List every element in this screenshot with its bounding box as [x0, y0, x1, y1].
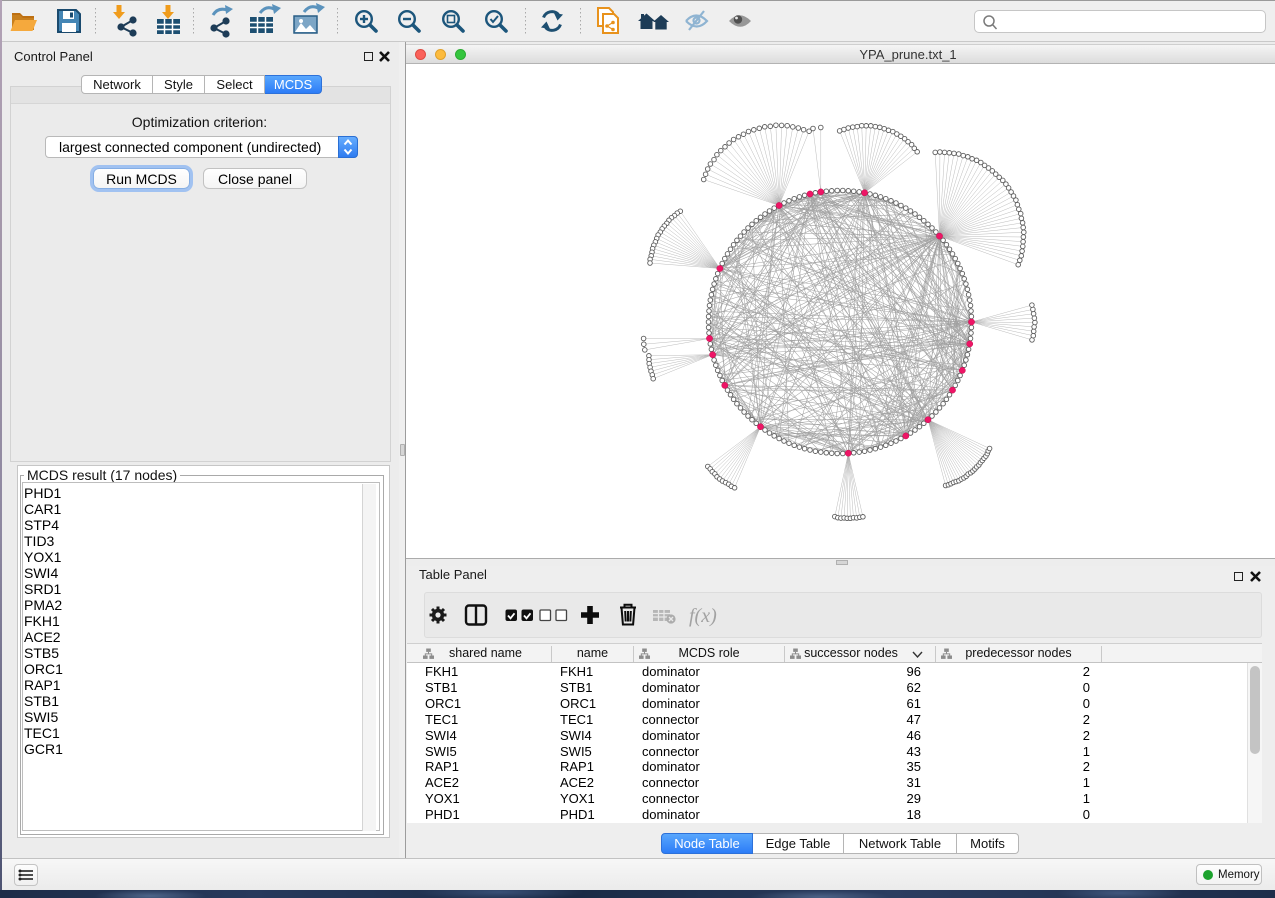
svg-text:f(x): f(x) [689, 605, 717, 627]
